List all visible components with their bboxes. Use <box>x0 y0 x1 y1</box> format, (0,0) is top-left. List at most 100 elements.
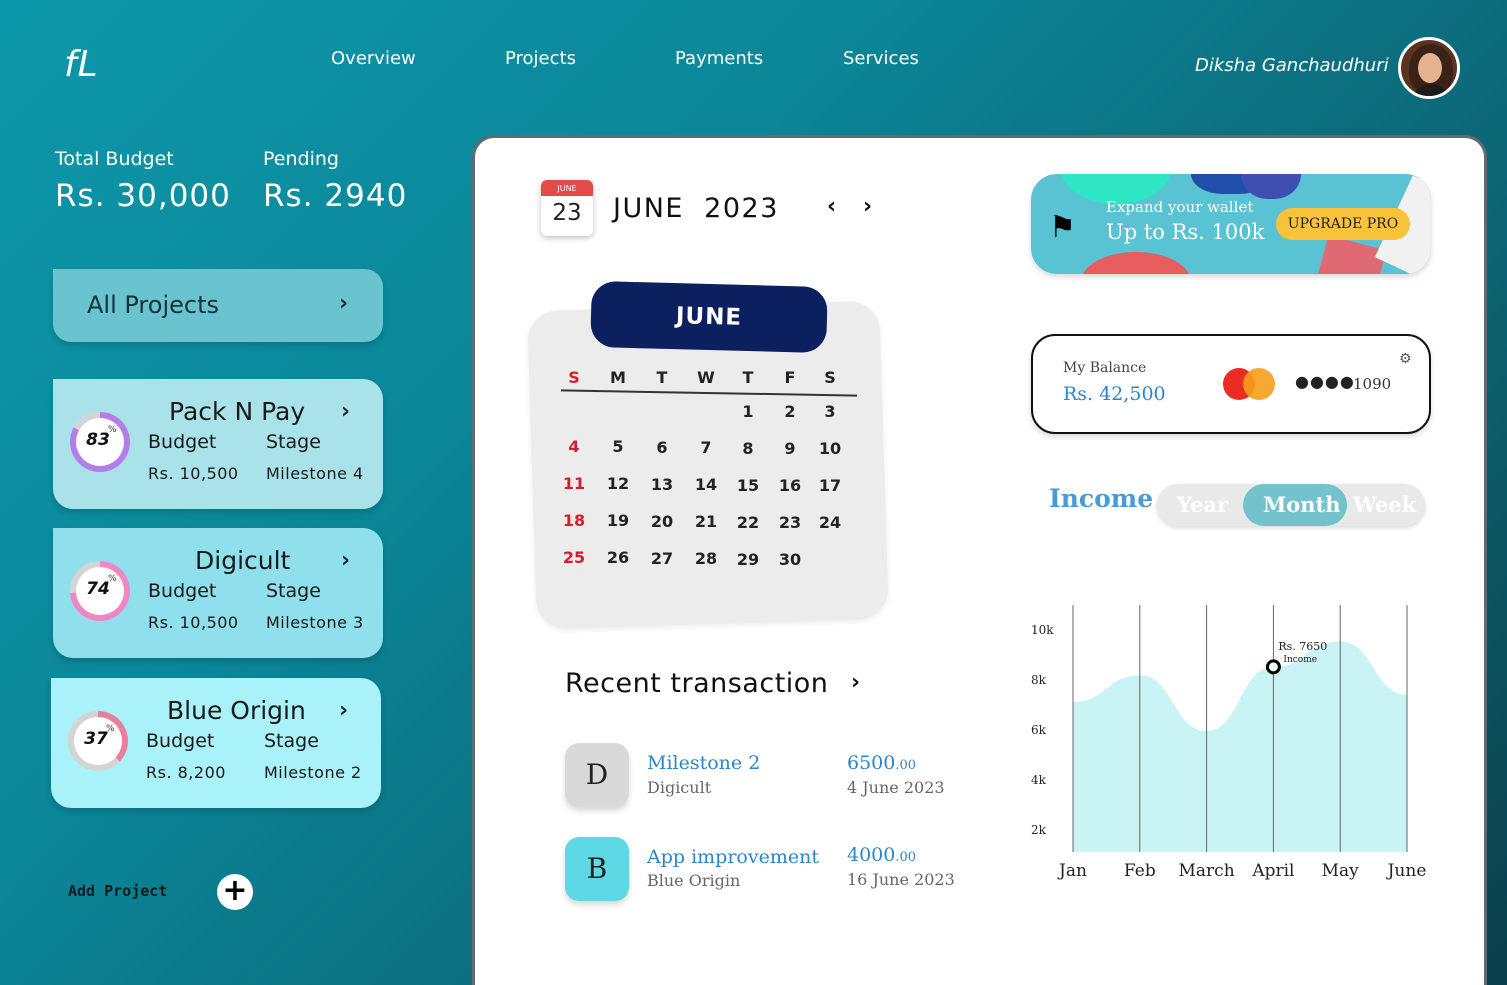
avatar[interactable] <box>1398 37 1460 99</box>
progress-percent: 37 <box>84 729 108 749</box>
tab-year[interactable]: Year <box>1177 492 1228 517</box>
calendar-day[interactable]: 15 <box>733 476 763 495</box>
upgrade-promo-banner[interactable]: ⚑ Expand your wallet Up to Rs. 100k UPGR… <box>1031 174 1431 274</box>
project-card-blue-origin[interactable]: 37% Blue Origin › Budget Stage Rs. 8,200… <box>51 678 381 808</box>
project-name: Blue Origin <box>167 696 306 725</box>
nav-projects[interactable]: Projects <box>505 48 576 69</box>
weekday-label: M <box>610 368 626 387</box>
calendar-day[interactable]: 14 <box>691 475 721 494</box>
calendar-day[interactable]: 2 <box>775 402 805 421</box>
calendar-day[interactable]: 24 <box>815 513 845 532</box>
nav-services[interactable]: Services <box>843 48 919 69</box>
progress-percent: 83 <box>86 430 110 450</box>
transaction-sub: Digicult <box>647 778 712 797</box>
transaction-avatar: D <box>565 743 629 807</box>
calendar-day[interactable]: 6 <box>647 438 677 457</box>
y-tick-label: 8k <box>1031 673 1047 687</box>
calendar-day[interactable]: 16 <box>775 476 805 495</box>
percent-sign: % <box>106 724 115 734</box>
transaction-title[interactable]: Milestone 2 <box>647 752 760 774</box>
stage-label: Stage <box>266 580 321 602</box>
calendar-day[interactable]: 27 <box>647 549 677 568</box>
chevron-right-icon[interactable]: › <box>339 698 348 723</box>
project-card-digicult[interactable]: 74% Digicult › Budget Stage Rs. 10,500 M… <box>53 528 383 658</box>
calendar-day[interactable]: 9 <box>775 439 805 458</box>
card-last4: 1090 <box>1353 375 1392 393</box>
progress-ring: 74% <box>70 561 130 621</box>
calendar-day[interactable]: 29 <box>733 550 763 569</box>
upgrade-pro-button[interactable]: UPGRADE PRO <box>1276 208 1410 240</box>
chevron-right-icon[interactable]: › <box>341 548 350 573</box>
stage-value: Milestone 2 <box>264 763 362 782</box>
income-area <box>1073 641 1407 852</box>
progress-percent: 74 <box>86 579 110 599</box>
calendar-day[interactable]: 10 <box>815 439 845 458</box>
calendar-day[interactable]: 23 <box>775 513 805 532</box>
period-toggle[interactable]: Year Month Week <box>1157 484 1425 526</box>
all-projects-button[interactable]: All Projects › <box>53 269 383 342</box>
calendar-day[interactable]: 28 <box>691 549 721 568</box>
plus-circle-icon[interactable]: + <box>217 874 253 910</box>
calendar-day[interactable]: 1 <box>733 402 763 421</box>
balance-value: Rs. 42,500 <box>1063 383 1166 405</box>
chevron-right-icon[interactable]: › <box>341 399 350 424</box>
data-point-marker[interactable] <box>1265 659 1281 675</box>
y-tick-label: 6k <box>1031 723 1047 737</box>
chevron-right-icon[interactable]: › <box>851 670 860 695</box>
app-logo[interactable]: fL <box>64 44 99 85</box>
budget-value: Rs. 10,500 <box>148 464 239 483</box>
x-tick-label: Feb <box>1124 861 1156 881</box>
annotation-value: Rs. 7650 <box>1278 640 1327 653</box>
weekday-label: W <box>697 368 715 387</box>
nav-payments[interactable]: Payments <box>675 48 763 69</box>
calendar-day[interactable]: 18 <box>559 511 589 530</box>
calendar-day[interactable]: 20 <box>647 512 677 531</box>
budget-value: Rs. 8,200 <box>146 763 226 782</box>
transaction-amount: 6500.00 <box>847 752 917 774</box>
transaction-avatar: B <box>565 837 629 901</box>
x-tick-label: March <box>1179 861 1235 881</box>
balance-card[interactable]: My Balance Rs. 42,500 ●●●● 1090 ⚙ <box>1031 334 1431 434</box>
tab-week[interactable]: Week <box>1353 492 1416 517</box>
project-card-pack-n-pay[interactable]: 83% Pack N Pay › Budget Stage Rs. 10,500… <box>53 379 383 509</box>
project-name: Pack N Pay <box>169 397 306 426</box>
calendar-day[interactable]: 22 <box>733 513 763 532</box>
calendar-day[interactable]: 8 <box>733 439 763 458</box>
calendar-day[interactable]: 30 <box>775 550 805 569</box>
all-projects-label: All Projects <box>87 291 219 319</box>
calendar-day[interactable]: 4 <box>559 437 589 456</box>
transaction-date: 16 June 2023 <box>847 870 955 889</box>
settings-icon[interactable]: ⚙ <box>1399 351 1412 367</box>
calendar-day[interactable]: 17 <box>815 476 845 495</box>
calendar-day[interactable]: 21 <box>691 512 721 531</box>
calendar-day[interactable]: 12 <box>603 474 633 493</box>
calendar-day[interactable]: 26 <box>603 548 633 567</box>
calendar-day[interactable]: 19 <box>603 511 633 530</box>
tab-month[interactable]: Month <box>1263 492 1341 517</box>
year: 2023 <box>704 193 779 224</box>
nav-overview[interactable]: Overview <box>331 48 416 69</box>
total-budget-label: Total Budget <box>55 148 174 170</box>
calendar-header: JUNE <box>590 280 828 354</box>
recent-transaction-title: Recent transaction <box>565 668 829 699</box>
next-month-icon[interactable]: › <box>863 194 872 219</box>
budget-label: Budget <box>148 431 217 453</box>
percent-sign: % <box>108 425 117 435</box>
prev-month-icon[interactable]: ‹ <box>827 194 836 219</box>
calendar-day[interactable]: 11 <box>559 474 589 493</box>
pending-label: Pending <box>263 148 339 170</box>
month-title: JUNE 2023 <box>613 193 779 224</box>
calendar-day[interactable]: 3 <box>815 402 845 421</box>
progress-ring: 37% <box>68 711 128 771</box>
calendar-day[interactable]: 25 <box>559 548 589 567</box>
transaction-amount: 4000.00 <box>847 844 917 866</box>
calendar-day[interactable]: 5 <box>603 437 633 456</box>
weekday-label: F <box>784 368 796 387</box>
transaction-title[interactable]: App improvement <box>647 846 819 868</box>
stage-label: Stage <box>264 730 319 752</box>
add-project-label[interactable]: Add Project <box>68 882 167 900</box>
chevron-right-icon: › <box>339 291 349 316</box>
calendar-day[interactable]: 13 <box>647 475 677 494</box>
user-name[interactable]: Diksha Ganchaudhuri <box>1195 55 1389 76</box>
calendar-day[interactable]: 7 <box>691 438 721 457</box>
